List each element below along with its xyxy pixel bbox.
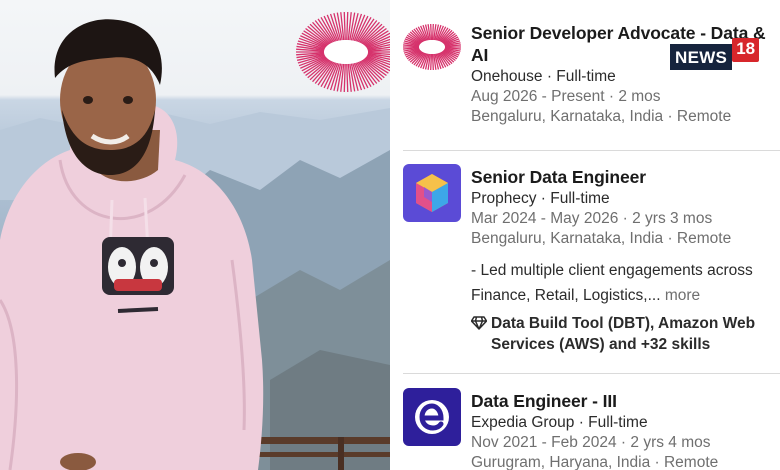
news18-watermark: NEWS 18: [670, 38, 760, 70]
divider: [403, 373, 780, 374]
experience-location: Bengaluru, Karnataka, India · Remote: [471, 108, 732, 125]
experience-description: - Led multiple client engagements across…: [471, 258, 776, 308]
sunburst-ray: [343, 11, 346, 41]
profile-photo: [0, 0, 390, 470]
onehouse-sunburst-watermark: [296, 11, 390, 93]
sunburst-ray: [343, 63, 346, 93]
see-more-link[interactable]: more: [665, 287, 700, 304]
experience-company: Prophecy · Full-time: [471, 190, 610, 207]
experience-title[interactable]: Senior Data Engineer: [471, 166, 776, 188]
experience-skills[interactable]: Data Build Tool (DBT), Amazon Web Servic…: [470, 313, 776, 355]
sunburst-ray: [431, 23, 434, 41]
prophecy-cube-icon[interactable]: [403, 164, 461, 222]
onehouse-sunburst-icon[interactable]: [403, 18, 461, 76]
experience-company: Expedia Group · Full-time: [471, 414, 648, 431]
divider: [403, 150, 780, 151]
sunburst-ray: [431, 53, 434, 71]
expedia-e-icon[interactable]: [403, 388, 461, 446]
sunburst-ray: [346, 11, 349, 41]
experience-location: Bengaluru, Karnataka, India · Remote: [471, 230, 732, 247]
experience-location: Gurugram, Haryana, India · Remote: [471, 454, 719, 470]
experience-dates: Aug 2026 - Present · 2 mos: [471, 88, 661, 105]
experience-panel: Senior Developer Advocate - Data & AI On…: [390, 0, 780, 470]
experience-dates: Mar 2024 - May 2026 · 2 yrs 3 mos: [471, 210, 713, 227]
railing: [240, 437, 390, 444]
diamond-icon: [470, 313, 491, 355]
experience-title[interactable]: Data Engineer - III: [471, 390, 776, 412]
news18-number: 18: [732, 38, 760, 62]
description-text: - Led multiple client engagements across…: [471, 262, 753, 304]
photo-illustration: [0, 11, 390, 470]
experience-company: Onehouse · Full-time: [471, 68, 616, 85]
experience-dates: Nov 2021 - Feb 2024 · 2 yrs 4 mos: [471, 434, 711, 451]
sunburst-ray: [430, 23, 433, 41]
sunburst-ray: [346, 63, 349, 93]
skills-text: Data Build Tool (DBT), Amazon Web Servic…: [491, 315, 756, 353]
sunburst-ray: [430, 53, 433, 71]
news18-word: NEWS: [670, 44, 733, 70]
